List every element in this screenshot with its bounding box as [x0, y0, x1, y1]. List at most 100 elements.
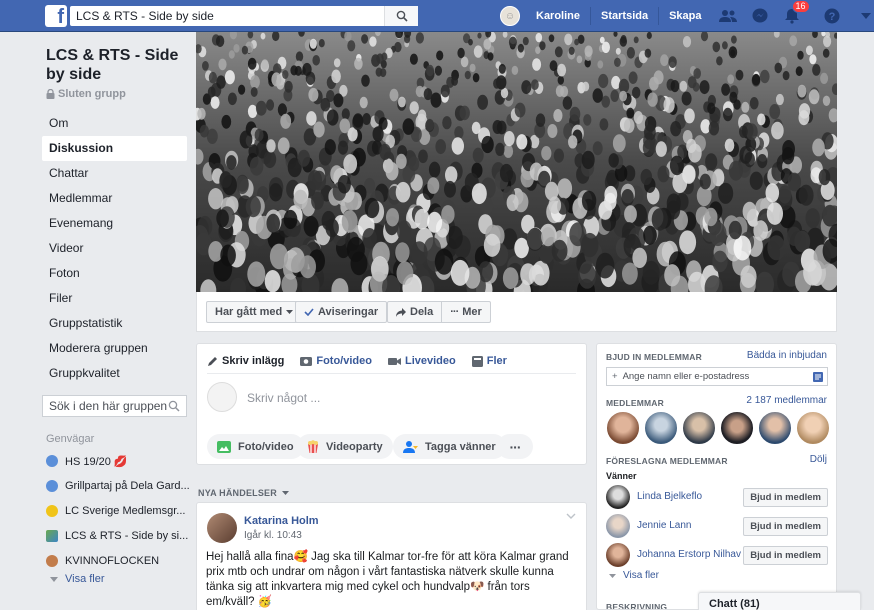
invite-member-button[interactable]: Bjud in medlem [743, 516, 828, 536]
suggested-member-name[interactable]: Jennie Lann [637, 520, 743, 532]
members-title: MEDLEMMAR [606, 398, 664, 408]
share-button[interactable]: Dela [388, 302, 441, 322]
invite-member-button[interactable]: Bjud in medlem [743, 545, 828, 565]
joined-button[interactable]: Har gått med [206, 301, 303, 323]
nav-item-photos[interactable]: Foton [42, 261, 187, 286]
messenger-icon[interactable] [750, 6, 770, 26]
post-author-avatar[interactable] [207, 513, 237, 543]
more-label: Mer [462, 306, 482, 318]
hide-suggestions-link[interactable]: Dölj [810, 454, 827, 465]
shortcut-item[interactable]: LC Sverige Medlemsgr... [46, 501, 191, 521]
post-body: Hej hallå alla fina🥰 Jag ska till Kalmar… [206, 551, 569, 608]
nav-item-about[interactable]: Om [42, 111, 187, 136]
notifications-icon[interactable]: 16 [782, 0, 810, 26]
composer-tag-friends-button[interactable]: Tagga vänner [393, 434, 506, 459]
search-button[interactable] [384, 6, 418, 26]
video-camera-icon [387, 357, 401, 365]
checkmark-icon [304, 308, 314, 316]
composer-more-button[interactable]: ··· [497, 434, 533, 459]
invite-member-button[interactable]: Bjud in medlem [743, 487, 828, 507]
share-label: Dela [410, 306, 434, 318]
member-avatar[interactable] [606, 411, 640, 445]
address-book-icon[interactable] [813, 371, 823, 382]
member-avatar[interactable] [758, 411, 792, 445]
composer-avatar [207, 382, 237, 412]
plus-icon: + [612, 371, 618, 382]
profile-link[interactable]: Karoline [526, 7, 592, 25]
suggestions-show-more[interactable]: Visa fler [609, 570, 659, 581]
facebook-logo[interactable]: f [45, 5, 67, 27]
group-cover-photo[interactable] [196, 32, 837, 292]
notifications-button[interactable]: Aviseringar [295, 301, 388, 323]
pencil-icon [208, 356, 217, 366]
joined-label: Har gått med [215, 306, 283, 318]
composer-input[interactable]: Skriv något ... [247, 391, 320, 405]
member-avatar[interactable] [796, 411, 830, 445]
post-timestamp[interactable]: Igår kl. 10:43 [244, 530, 302, 541]
nav-item-discussion[interactable]: Diskussion [42, 136, 187, 161]
embed-invite-link[interactable]: Bädda in inbjudan [747, 350, 827, 361]
composer-video-party-button[interactable]: Videoparty [297, 434, 393, 459]
nav-item-events[interactable]: Evenemang [42, 211, 187, 236]
friends-subtitle: Vänner [606, 471, 637, 481]
members-count-link[interactable]: 2 187 medlemmar [746, 395, 827, 406]
more-dots-icon: ··· [450, 306, 459, 318]
member-avatar[interactable] [682, 411, 716, 445]
photo-icon [217, 440, 231, 453]
member-avatar[interactable] [644, 411, 678, 445]
suggested-member-name[interactable]: Linda Bjelkeflo [637, 491, 743, 503]
shortcut-item[interactable]: KVINNOFLOCKEN [46, 551, 191, 571]
nav-item-files[interactable]: Filer [42, 286, 187, 311]
help-icon[interactable]: ? [822, 6, 842, 26]
tab-label: Skriv inlägg [222, 355, 285, 367]
group-title[interactable]: LCS & RTS - Side by side [46, 46, 192, 84]
nav-item-videos[interactable]: Videor [42, 236, 187, 261]
search-icon [396, 10, 408, 22]
tab-write-post[interactable]: Skriv inlägg [207, 355, 284, 367]
invite-placeholder: Ange namn eller e-postadress [622, 371, 750, 382]
user-avatar[interactable]: ☺ [500, 6, 520, 26]
suggested-member-row: Jennie Lann Bjud in medlem [606, 513, 828, 539]
invite-members-input[interactable]: + Ange namn eller e-postadress [606, 367, 828, 386]
chat-sidebar-toggle[interactable]: Chatt (81) [698, 592, 861, 610]
tab-live-video[interactable]: Livevideo [387, 355, 456, 367]
shortcut-label: KVINNOFLOCKEN [65, 555, 160, 567]
suggested-member-avatar[interactable] [606, 485, 630, 509]
group-cover-icon [46, 530, 58, 542]
friend-requests-icon[interactable] [718, 6, 738, 26]
post-options-chevron-icon[interactable] [566, 513, 576, 519]
nav-item-chats[interactable]: Chattar [42, 161, 187, 186]
shortcut-item[interactable]: HS 19/20 💋 [46, 451, 191, 471]
nav-item-members[interactable]: Medlemmar [42, 186, 187, 211]
feed-sort-header[interactable]: NYA HÄNDELSER [198, 488, 289, 498]
suggested-member-name[interactable]: Johanna Erstorp Nilhav [637, 549, 743, 561]
tab-more[interactable]: Fler [471, 355, 507, 367]
search-input[interactable]: LCS & RTS - Side by side [70, 9, 384, 23]
suggested-member-avatar[interactable] [606, 514, 630, 538]
shortcut-item[interactable]: Grillpartaj på Dela Gard... [46, 476, 191, 496]
composer-photo-video-button[interactable]: Foto/video [207, 434, 304, 459]
shortcut-label: Grillpartaj på Dela Gard... [65, 480, 190, 492]
shortcut-item[interactable]: LCS & RTS - Side by si... [46, 526, 191, 546]
group-sidebar-card: BJUD IN MEDLEMMAR Bädda in inbjudan + An… [596, 343, 837, 610]
nav-item-moderate[interactable]: Moderera gruppen [42, 336, 187, 361]
group-icon [46, 480, 58, 492]
home-link[interactable]: Startsida [591, 7, 660, 25]
search-icon[interactable] [168, 400, 180, 412]
button-label: Videoparty [326, 440, 383, 453]
post-author[interactable]: Katarina Holm [244, 515, 319, 527]
nav-item-insights[interactable]: Gruppstatistik [42, 311, 187, 336]
post-composer: Skriv inlägg Foto/video Livevideo Fler S… [196, 343, 587, 465]
member-avatar[interactable] [720, 411, 754, 445]
tab-photo-video[interactable]: Foto/video [300, 355, 372, 367]
suggested-member-avatar[interactable] [606, 543, 630, 567]
account-menu-chevron-icon[interactable] [856, 6, 874, 26]
nav-item-quality[interactable]: Gruppkvalitet [42, 361, 187, 386]
button-label: Tagga vänner [425, 440, 496, 453]
shortcuts-show-more[interactable]: Visa fler [50, 573, 105, 585]
more-button[interactable]: ··· Mer [441, 302, 490, 322]
suggested-member-row: Johanna Erstorp Nilhav Bjud in medlem [606, 542, 828, 568]
global-search[interactable]: LCS & RTS - Side by side [70, 6, 418, 26]
group-search-input[interactable]: Sök i den här gruppen [42, 395, 187, 417]
create-link[interactable]: Skapa [659, 7, 711, 25]
